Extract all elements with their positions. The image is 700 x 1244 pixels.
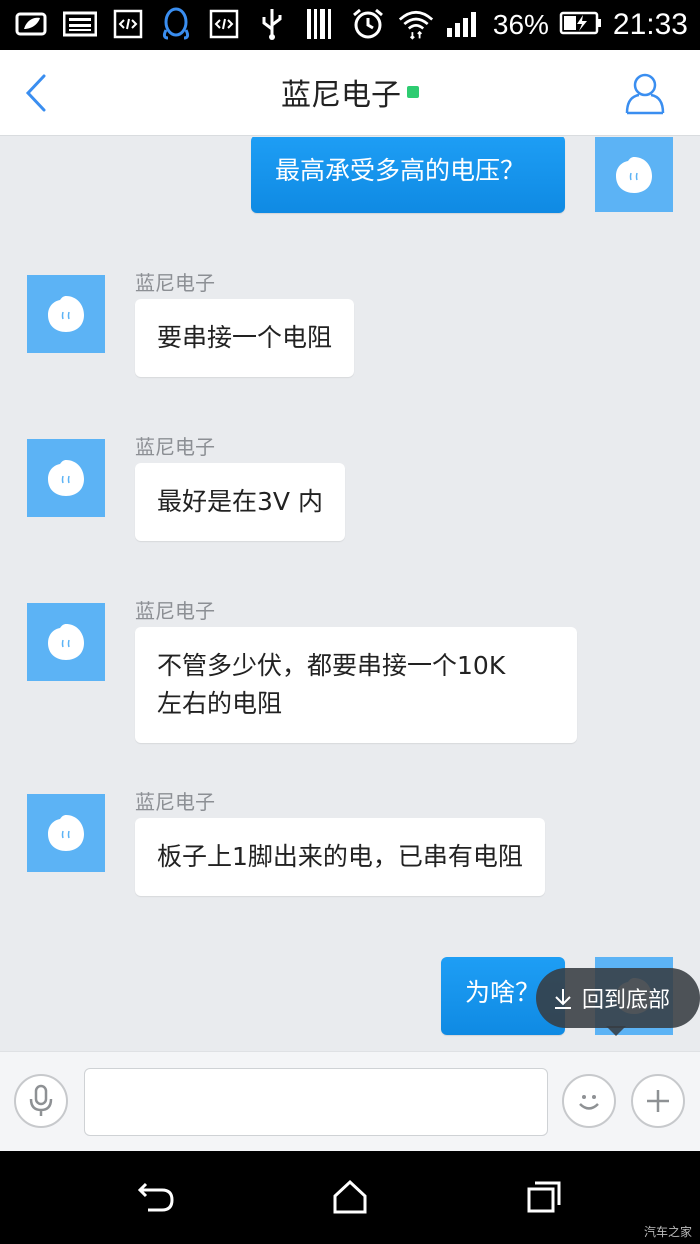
system-nav-bar: 汽车之家 (0, 1151, 700, 1244)
chat-title: 蓝尼电子 (281, 78, 401, 113)
image-icon (62, 6, 98, 42)
smiley-icon (579, 1095, 599, 1110)
message-text: 要串接一个电阻 (157, 323, 333, 352)
message-text: 最好是在3V 内 (157, 487, 323, 516)
battery-saver-icon (14, 6, 50, 42)
alarm-icon (350, 6, 386, 42)
sender-name: 蓝尼电子 (135, 599, 215, 623)
avatar-icon (48, 296, 84, 332)
home-icon (333, 1179, 367, 1214)
voice-button[interactable] (14, 1074, 68, 1128)
contact-avatar[interactable] (27, 439, 105, 517)
title-wrap: 蓝尼电子 (0, 70, 700, 114)
notification-icons (14, 6, 434, 42)
message-input[interactable] (84, 1068, 548, 1136)
sender-name: 蓝尼电子 (135, 435, 215, 459)
clock: 21:33 (612, 8, 688, 41)
wifi-icon (398, 6, 434, 42)
usb-icon (254, 6, 290, 42)
message-bubble-outgoing[interactable]: 最高承受多高的电压？ (251, 137, 565, 213)
recents-icon (527, 1181, 561, 1213)
my-avatar[interactable] (595, 137, 673, 212)
message-text-line: 左右的电阻 (157, 689, 283, 718)
message-bubble-incoming[interactable]: 板子上1脚出来的电，已串有电阻 (135, 818, 545, 896)
barcode-icon (302, 6, 338, 42)
more-button[interactable] (631, 1074, 685, 1128)
profile-button[interactable] (624, 70, 666, 116)
contact-avatar[interactable] (27, 603, 105, 681)
arrow-down-icon (555, 989, 571, 1009)
chat-header: 蓝尼电子 (0, 50, 700, 136)
message-list[interactable]: 最高承受多高的电压？ 蓝尼电子 要串接一个电阻 蓝尼电子 最好是在3V 内 蓝尼… (0, 137, 700, 1051)
nav-back-button[interactable] (134, 1177, 178, 1217)
tooltip-tail (606, 1026, 626, 1036)
signal-icon (445, 8, 483, 42)
avatar-icon (48, 624, 84, 660)
status-bar: 36% 21:33 (0, 0, 700, 50)
message-bubble-incoming[interactable]: 要串接一个电阻 (135, 299, 355, 377)
code-icon (110, 6, 146, 42)
user-icon (625, 73, 665, 115)
status-right: 36% 21:33 (445, 6, 688, 44)
microphone-icon (29, 1084, 53, 1116)
avatar-icon (48, 815, 84, 851)
contact-avatar[interactable] (27, 275, 105, 353)
contact-avatar[interactable] (27, 794, 105, 872)
message-bubble-incoming[interactable]: 不管多少伏，都要串接一个10K 左右的电阻 (135, 627, 577, 743)
sender-name: 蓝尼电子 (135, 271, 215, 295)
avatar-icon (48, 460, 84, 496)
avatar-icon (616, 156, 652, 193)
online-status-dot (407, 86, 419, 98)
watermark: 汽车之家 (643, 1225, 692, 1239)
sender-name: 蓝尼电子 (135, 790, 215, 814)
code-icon (206, 6, 242, 42)
message-text: 板子上1脚出来的电，已串有电阻 (157, 842, 523, 871)
nav-recents-button[interactable] (522, 1177, 566, 1217)
nav-home-button[interactable] (328, 1177, 372, 1217)
input-bar (0, 1051, 700, 1151)
battery-percent: 36% (492, 9, 549, 40)
qq-icon (158, 6, 194, 42)
plus-icon (647, 1090, 669, 1112)
scroll-to-bottom-label: 回到底部 (582, 988, 671, 1013)
scroll-to-bottom-button[interactable]: 回到底部 (536, 968, 700, 1028)
message-text: 为啥？ (465, 978, 541, 1007)
message-text-line: 不管多少伏，都要串接一个10K (157, 651, 506, 680)
back-arrow-icon (137, 1182, 174, 1212)
emoji-button[interactable] (562, 1074, 616, 1128)
battery-icon (559, 10, 603, 40)
message-bubble-incoming[interactable]: 最好是在3V 内 (135, 463, 345, 541)
message-text: 最高承受多高的电压？ (275, 156, 526, 185)
